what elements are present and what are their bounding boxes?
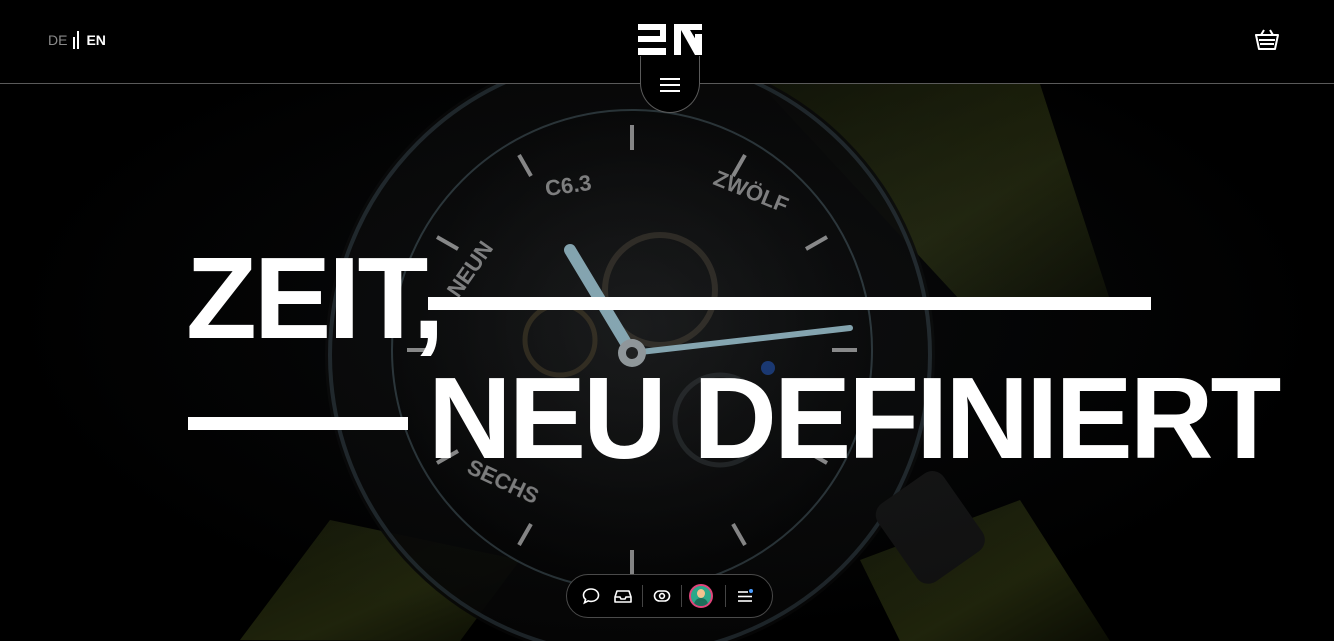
language-switcher: DE EN [48,31,106,49]
toolbar-divider [725,585,726,607]
toolbar-divider [642,585,643,607]
floating-toolbar [566,574,773,618]
lang-en-link[interactable]: EN [86,32,105,48]
avatar[interactable] [689,584,713,608]
inbox-icon[interactable] [611,584,635,608]
brand-logo[interactable] [638,24,702,56]
lang-separator-icon [73,31,80,49]
basket-icon[interactable] [1254,28,1280,52]
eye-icon[interactable] [650,584,674,608]
toolbar-divider [681,585,682,607]
lang-de-link[interactable]: DE [48,32,67,48]
chat-icon[interactable] [579,584,603,608]
menu-dot-icon[interactable] [733,584,757,608]
hamburger-icon [660,78,680,92]
